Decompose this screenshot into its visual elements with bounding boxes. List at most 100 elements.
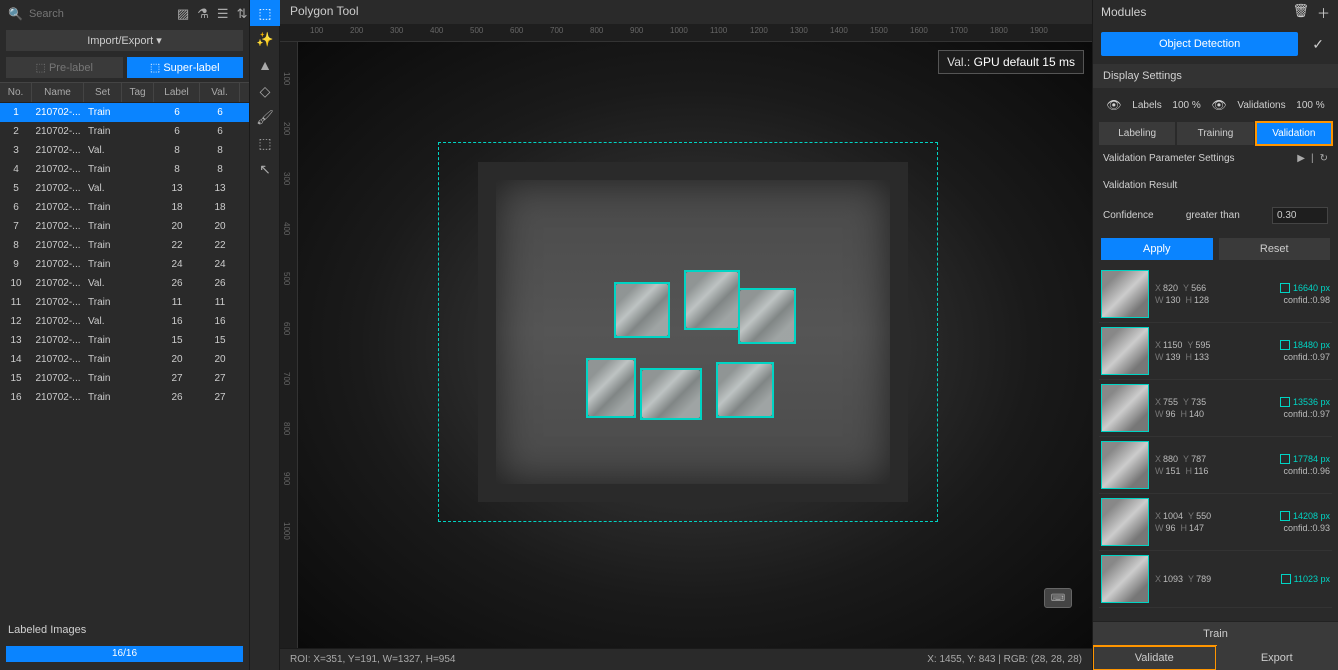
shape-tool-icon[interactable]: ◇ <box>250 78 280 104</box>
result-item[interactable]: X755 Y73513536 pxW96 H140confid.:0.97 <box>1099 380 1332 437</box>
search-toolbar: ▨ ⚗ ☰ ⇅ <box>177 6 252 22</box>
col-set[interactable]: Set <box>84 83 122 102</box>
chevron-right-icon[interactable]: ▶ <box>1297 153 1305 164</box>
polygon-tool-icon[interactable]: ⬚ <box>250 0 280 26</box>
stamp-tool-icon[interactable]: ▲ <box>250 52 280 78</box>
export-button[interactable]: Export <box>1216 646 1338 670</box>
detection-box[interactable] <box>716 362 774 418</box>
checkbox-icon[interactable] <box>1280 454 1290 464</box>
progress-bar: 16/16 <box>6 646 243 662</box>
table-row[interactable]: 6210702-...Train1818 <box>0 198 249 217</box>
col-name[interactable]: Name <box>32 83 84 102</box>
train-button[interactable]: Train <box>1093 621 1338 646</box>
result-thumbnail <box>1101 555 1149 603</box>
module-row: Object Detection ✓ <box>1093 24 1338 64</box>
eye-icon[interactable]: 👁 <box>1106 98 1121 112</box>
table-row[interactable]: 15210702-...Train2727 <box>0 369 249 388</box>
tool-strip: ⬚ ✨ ▲ ◇ 🖌 ⬚ ↖ <box>250 0 280 670</box>
search-input[interactable] <box>29 8 171 20</box>
col-val[interactable]: Val. <box>200 83 240 102</box>
validation-result-label: Validation Result <box>1093 172 1338 199</box>
eye-icon[interactable]: 👁 <box>1211 98 1226 112</box>
detection-box[interactable] <box>614 282 670 338</box>
keyboard-icon[interactable]: ⌨ <box>1044 588 1072 608</box>
table-header: No. Name Set Tag Label Val. <box>0 82 249 103</box>
search-bar: 🔍 ▨ ⚗ ☰ ⇅ <box>0 0 249 28</box>
divider: | <box>1311 153 1314 164</box>
tab-validation[interactable]: Validation <box>1256 122 1332 145</box>
brush-tool-icon[interactable]: 🖌 <box>250 104 280 130</box>
checkbox-icon[interactable] <box>1280 340 1290 350</box>
cursor-status: X: 1455, Y: 843 | RGB: (28, 28, 28) <box>927 654 1082 665</box>
detection-box[interactable] <box>586 358 636 418</box>
bottom-buttons: Train Validate Export <box>1093 621 1338 670</box>
checkbox-icon[interactable] <box>1280 283 1290 293</box>
table-body[interactable]: 1210702-...Train662210702-...Train663210… <box>0 103 249 618</box>
status-bar: ROI: X=351, Y=191, W=1327, H=954 X: 1455… <box>280 648 1092 670</box>
add-icon[interactable]: ＋ <box>1317 3 1330 22</box>
table-row[interactable]: 14210702-...Train2020 <box>0 350 249 369</box>
detection-box[interactable] <box>684 270 740 330</box>
table-row[interactable]: 1210702-...Train66 <box>0 103 249 122</box>
checkbox-icon[interactable] <box>1281 574 1291 584</box>
search-icon: 🔍 <box>8 7 23 21</box>
confidence-row: Confidence greater than <box>1093 199 1338 232</box>
ruler-vertical: 1002003004005006007008009001000 <box>280 42 298 648</box>
confidence-input[interactable] <box>1272 207 1328 224</box>
cursor-tool-icon[interactable]: ↖ <box>250 156 280 182</box>
table-row[interactable]: 16210702-...Train2627 <box>0 388 249 407</box>
import-export-button[interactable]: Import/Export ▾ <box>6 30 243 51</box>
validate-button[interactable]: Validate <box>1093 646 1216 670</box>
table-row[interactable]: 13210702-...Train1515 <box>0 331 249 350</box>
display-settings-row: 👁 Labels100 % 👁 Validations100 % <box>1093 88 1338 122</box>
left-panel: 🔍 ▨ ⚗ ☰ ⇅ Import/Export ▾ ⬚ Pre-label ⬚ … <box>0 0 250 670</box>
table-row[interactable]: 8210702-...Train2222 <box>0 236 249 255</box>
delete-icon[interactable]: 🗑 <box>1292 3 1309 22</box>
col-label[interactable]: Label <box>154 83 200 102</box>
table-row[interactable]: 3210702-...Val.88 <box>0 141 249 160</box>
result-item[interactable]: X820 Y56616640 pxW130 H128confid.:0.98 <box>1099 266 1332 323</box>
object-detection-button[interactable]: Object Detection <box>1101 32 1298 56</box>
magic-wand-icon[interactable]: ✨ <box>250 26 280 52</box>
reset-button[interactable]: Reset <box>1219 238 1331 260</box>
table-row[interactable]: 10210702-...Val.2626 <box>0 274 249 293</box>
image-container: Val.: GPU default 15 ms ⌨ <box>298 42 1092 648</box>
tab-labeling[interactable]: Labeling <box>1099 122 1175 145</box>
super-label-button[interactable]: ⬚ Super-label <box>127 57 244 78</box>
check-icon[interactable]: ✓ <box>1306 36 1330 53</box>
validation-params-row[interactable]: Validation Parameter Settings ▶ | ↻ <box>1093 145 1338 172</box>
right-panel: Modules 🗑 ＋ Object Detection ✓ Display S… <box>1092 0 1338 670</box>
table-row[interactable]: 7210702-...Train2020 <box>0 217 249 236</box>
table-row[interactable]: 2210702-...Train66 <box>0 122 249 141</box>
table-row[interactable]: 5210702-...Val.1313 <box>0 179 249 198</box>
table-row[interactable]: 4210702-...Train88 <box>0 160 249 179</box>
sort-icon[interactable]: ⇅ <box>237 6 248 22</box>
checkbox-icon[interactable] <box>1280 511 1290 521</box>
tab-training[interactable]: Training <box>1177 122 1253 145</box>
checkbox-icon[interactable] <box>1280 397 1290 407</box>
result-thumbnail <box>1101 327 1149 375</box>
detection-box[interactable] <box>738 288 796 344</box>
select-tool-icon[interactable]: ⬚ <box>250 130 280 156</box>
canvas-area[interactable]: 1002003004005006007008009001000 Val.: GP… <box>280 42 1092 648</box>
crate-region <box>478 162 908 502</box>
table-row[interactable]: 9210702-...Train2424 <box>0 255 249 274</box>
table-row[interactable]: 12210702-...Val.1616 <box>0 312 249 331</box>
refresh-icon[interactable]: ↻ <box>1320 153 1328 164</box>
table-row[interactable]: 11210702-...Train1111 <box>0 293 249 312</box>
result-item[interactable]: X1004 Y55014208 pxW96 H147confid.:0.93 <box>1099 494 1332 551</box>
result-thumbnail <box>1101 384 1149 432</box>
col-tag[interactable]: Tag <box>122 83 154 102</box>
image-icon[interactable]: ▨ <box>177 6 189 22</box>
pre-label-button[interactable]: ⬚ Pre-label <box>6 57 123 78</box>
detection-box[interactable] <box>640 368 702 420</box>
list-icon[interactable]: ☰ <box>217 6 229 22</box>
col-no[interactable]: No. <box>0 83 32 102</box>
apply-button[interactable]: Apply <box>1101 238 1213 260</box>
results-list[interactable]: X820 Y56616640 pxW130 H128confid.:0.98X1… <box>1093 266 1338 621</box>
center-header: Polygon Tool <box>280 0 1092 24</box>
result-item[interactable]: X880 Y78717784 pxW151 H116confid.:0.96 <box>1099 437 1332 494</box>
result-item[interactable]: X1093 Y78911023 px <box>1099 551 1332 608</box>
filter-icon[interactable]: ⚗ <box>197 6 209 22</box>
result-item[interactable]: X1150 Y59518480 pxW139 H133confid.:0.97 <box>1099 323 1332 380</box>
